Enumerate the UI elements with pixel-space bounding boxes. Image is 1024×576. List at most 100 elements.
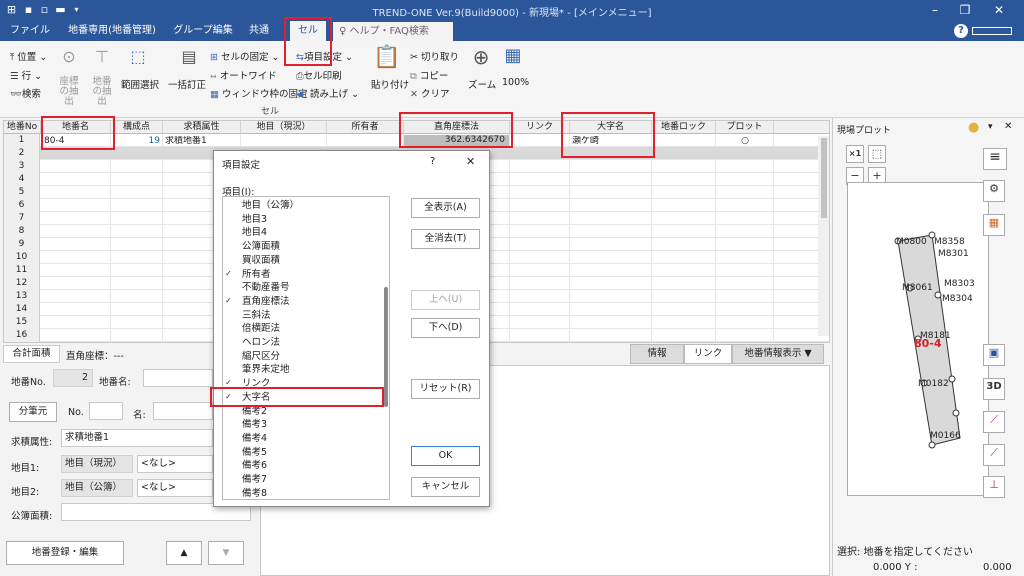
list-item[interactable]: 三斜法 [223,309,378,322]
item-list-scroll-thumb[interactable] [384,287,388,407]
item-checkbox[interactable] [224,365,233,374]
list-item[interactable]: 不動産番号 [223,281,378,294]
layers-icon[interactable]: ▦ [983,214,1005,236]
list-item[interactable]: ✓ 所有者 [223,268,378,281]
row-number[interactable]: 6 [4,199,40,212]
list-item[interactable]: 買収面積 [223,254,378,267]
cell-oaza[interactable]: 瀬ケ崎 [572,136,650,147]
help-search[interactable]: ♀ ヘルプ・FAQ検索 [333,22,453,41]
fit-1x-icon[interactable]: ×1 [846,145,864,163]
ribbon-toggle[interactable] [972,27,1012,35]
lot-info-dropdown[interactable]: 地番情報表示 ▼ [732,344,824,364]
list-item[interactable]: ✓ 直角座標法 [223,295,378,308]
range-select-button[interactable]: 範囲選択 [121,77,159,91]
window-fix-button[interactable]: ▦ ウィンドウ枠の固定 [210,86,308,100]
help-icon[interactable]: ? [954,24,968,38]
list-item[interactable]: ヘロン法 [223,336,378,349]
row-number[interactable]: 7 [4,212,40,225]
item-checkbox[interactable]: ✓ [224,296,233,306]
grid-scrollbar[interactable] [818,136,829,336]
item-checkbox[interactable] [224,407,233,416]
col-header-lock[interactable]: 地番ロック [652,121,716,134]
item-checkbox[interactable] [224,324,233,333]
item-checkbox[interactable] [224,215,233,224]
tab-total-area[interactable]: 合計面積 [3,345,60,363]
read-aloud-button[interactable]: ◀) 読み上げ ⌄ [296,86,359,100]
list-item[interactable]: 備考7 [223,473,378,486]
fit-window-icon[interactable]: ⬚ [868,145,886,163]
list-item[interactable]: ✓ 大字名 [223,391,378,404]
list-item[interactable]: 備考3 [223,418,378,431]
list-item[interactable]: ✓ リンク [223,377,378,390]
position-button[interactable]: ⤒ 位置 ⌄ [10,49,47,63]
list-item[interactable]: 備考5 [223,446,378,459]
search-button[interactable]: 👓検索 [10,86,41,100]
list-item[interactable]: 地目3 [223,213,378,226]
tab-lot[interactable]: 地番専用(地番管理) [64,21,160,41]
auto-wide-button[interactable]: ↔ オートワイド [210,68,277,82]
item-checkbox[interactable]: ✓ [224,392,233,402]
tab-info[interactable]: 情報 [630,344,684,364]
row-up-button[interactable]: ▲ [166,541,202,565]
clear-button[interactable]: ✕ クリア [410,86,450,100]
col-header-owner[interactable]: 所有者 [327,121,404,134]
line-tool-icon[interactable]: ⟋ [983,411,1005,433]
list-item[interactable]: 倍横距法 [223,322,378,335]
list-item[interactable]: 備考4 [223,432,378,445]
tab-common[interactable]: 共通 [244,21,274,41]
row-number[interactable]: 5 [4,186,40,199]
list-item[interactable]: 備考8 [223,487,378,499]
item-checkbox[interactable] [224,489,233,498]
cell-lot-name[interactable]: 80-4 [44,136,108,147]
lightbulb-icon[interactable]: ● [968,120,979,135]
cell-attr[interactable]: 求積地番1 [165,136,239,147]
polyline-tool-icon[interactable]: ⟋ [983,444,1005,466]
divide-source-button[interactable]: 分筆元 [9,402,57,422]
list-item[interactable]: 縮尺区分 [223,350,378,363]
cell-points[interactable]: 19 [112,136,160,147]
copy-button[interactable]: ⧉ コピー [410,68,448,82]
land1-select[interactable]: <なし> [137,455,213,473]
row-number[interactable]: 4 [4,173,40,186]
item-checkbox[interactable] [224,311,233,320]
paste-button[interactable]: 貼り付け [371,77,409,91]
tab-cell[interactable]: セル [290,21,326,41]
seat-extract-button[interactable]: 座標の抽出 [56,77,82,107]
hamburger-icon[interactable]: ≡ [983,148,1007,170]
col-header-plot[interactable]: プロット [716,121,774,134]
row-number[interactable]: 13 [4,290,40,303]
panel-close-icon[interactable]: ✕ [1004,121,1012,132]
item-settings-button[interactable]: ⇆項目設定 ⌄ [296,49,353,63]
lot-name-input[interactable] [143,369,213,387]
clear-all-button[interactable]: 全消去(T) [411,229,480,249]
row-number[interactable]: 8 [4,225,40,238]
col-header-oaza[interactable]: 大字名 [570,121,652,134]
row-number[interactable]: 3 [4,160,40,173]
item-checkbox[interactable] [224,475,233,484]
gear-icon[interactable]: ⚙ [983,180,1005,202]
col-header-attr[interactable]: 求積属性 [163,121,241,134]
col-header-points[interactable]: 構成点 [111,121,163,134]
row-number[interactable]: 9 [4,238,40,251]
col-header-land[interactable]: 地目（現況） [241,121,327,134]
row-number[interactable]: 2 [4,147,40,160]
cell-fix-button[interactable]: ⊞ セルの固定 ⌄ [210,49,280,63]
tab-group-edit[interactable]: グループ編集 [170,21,236,41]
ok-button[interactable]: OK [411,446,480,466]
col-header-link[interactable]: リンク [510,121,570,134]
zoom-button[interactable]: ズーム [468,77,496,91]
item-checkbox[interactable] [224,242,233,251]
item-checkbox[interactable] [224,228,233,237]
row-button[interactable]: ☰ 行 ⌄ [10,68,42,82]
name-input[interactable] [153,402,213,420]
move-up-button[interactable]: 上へ(U) [411,290,480,310]
row-down-button[interactable]: ▼ [208,541,244,565]
item-list[interactable]: 地目（公簿） 地目3 地目4 公簿面積 買収面積 ✓ 所有者 不動産番号 ✓ 直角座標法 三斜法 倍横… [222,196,390,500]
plot-canvas[interactable]: M0800 M8358 M8301 M8303 M8061 M8304 M818… [847,182,989,496]
dialog-close-icon[interactable]: ✕ [466,155,475,168]
cut-button[interactable]: ✂ 切り取り [410,49,459,63]
item-checkbox[interactable] [224,201,233,210]
list-item[interactable]: 公簿面積 [223,240,378,253]
row-number[interactable]: 14 [4,303,40,316]
row-number[interactable]: 11 [4,264,40,277]
